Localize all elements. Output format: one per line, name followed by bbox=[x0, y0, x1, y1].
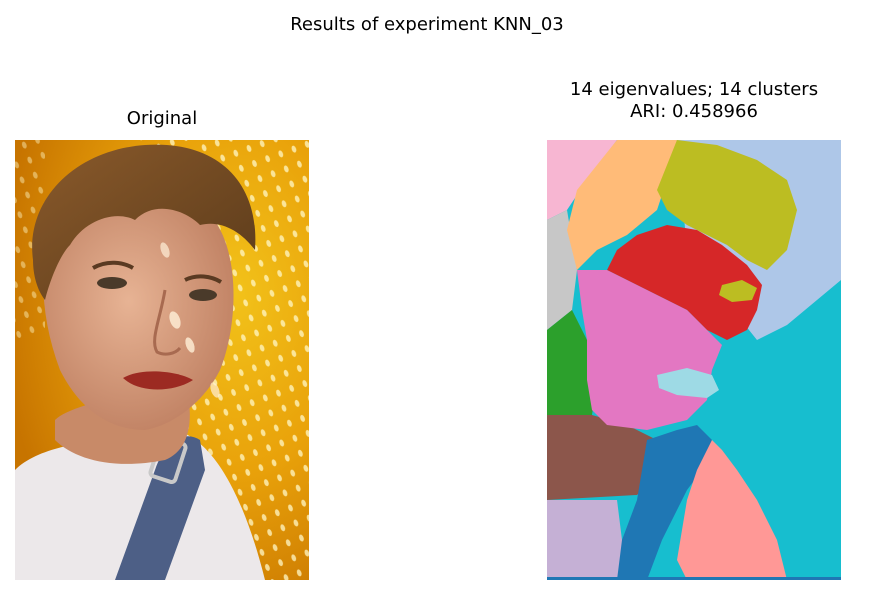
original-photo bbox=[15, 140, 309, 580]
right-eye bbox=[189, 289, 217, 301]
figure-suptitle: Results of experiment KNN_03 bbox=[290, 14, 564, 35]
clustering-panel-title: 14 eigenvalues; 14 clusters ARI: 0.45896… bbox=[494, 79, 881, 123]
segmentation-map bbox=[547, 140, 841, 580]
clustering-result bbox=[547, 140, 841, 580]
left-eye bbox=[97, 277, 127, 289]
clustering-title-line-1: 14 eigenvalues; 14 clusters bbox=[569, 79, 819, 100]
clustering-title-line-2: ARI: 0.458966 bbox=[630, 101, 758, 122]
original-photo-graphic bbox=[15, 140, 309, 580]
original-panel-title: Original bbox=[126, 108, 198, 129]
cluster-lavender bbox=[547, 500, 627, 580]
